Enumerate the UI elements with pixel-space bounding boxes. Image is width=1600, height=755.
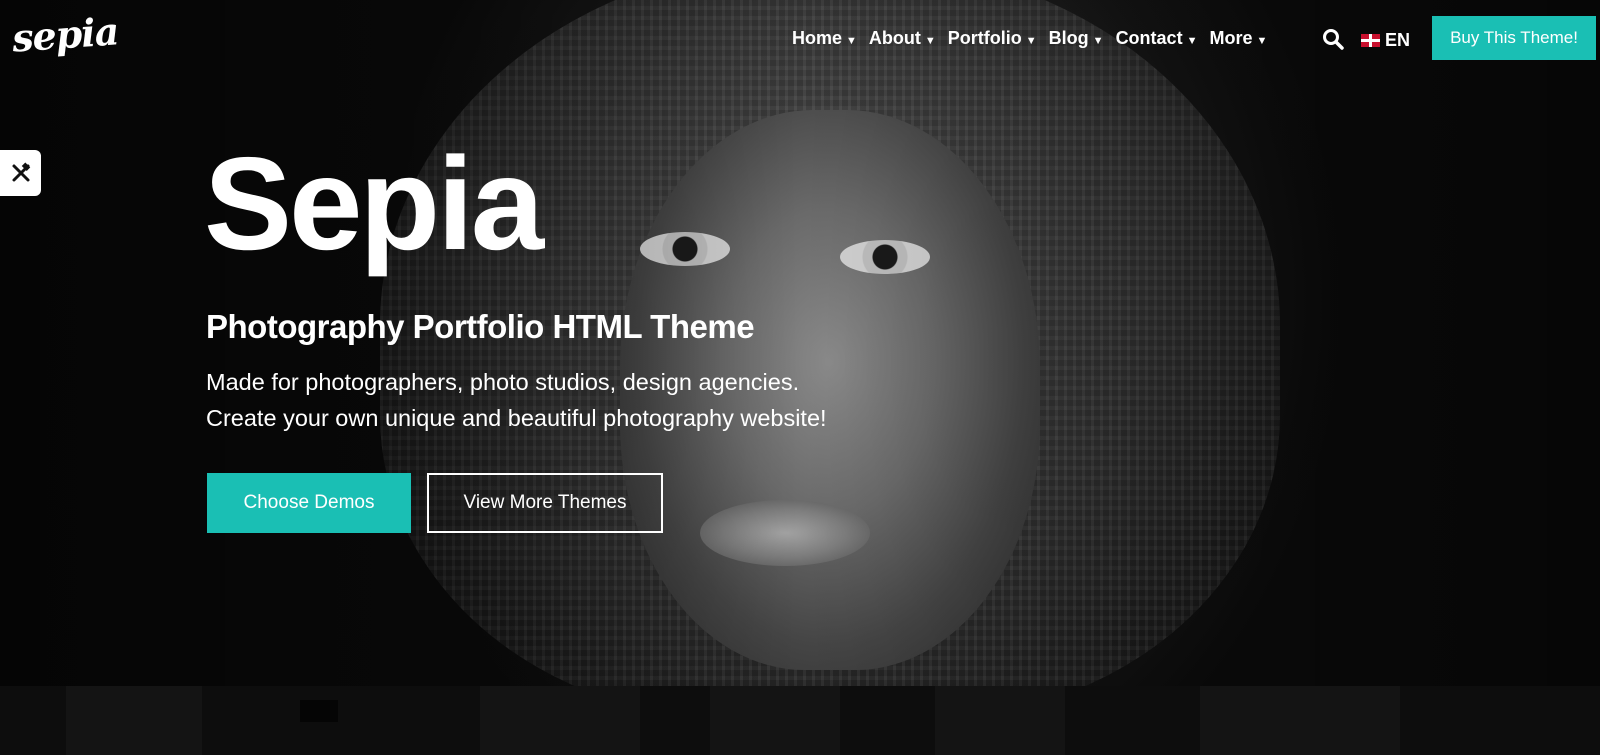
nav-label: More	[1209, 28, 1253, 48]
nav-item-more[interactable]: More ▼	[1209, 28, 1267, 49]
main-nav: Home ▼ About ▼ Portfolio ▼ Blog ▼ Contac…	[792, 28, 1279, 49]
nav-label: Blog	[1048, 28, 1089, 48]
language-label: EN	[1385, 30, 1411, 50]
chevron-down-icon: ▼	[1025, 34, 1037, 47]
buy-theme-button[interactable]: Buy This Theme!	[1432, 16, 1596, 60]
nav-item-blog[interactable]: Blog ▼	[1049, 28, 1104, 49]
hero-description: Made for photographers, photo studios, d…	[206, 364, 827, 436]
hero-description-line: Made for photographers, photo studios, d…	[206, 369, 800, 395]
hero-subtitle: Photography Portfolio HTML Theme	[206, 308, 755, 345]
hero-title: Sepia	[204, 130, 544, 277]
nav-label: Portfolio	[947, 28, 1022, 48]
nav-item-portfolio[interactable]: Portfolio ▼	[948, 28, 1037, 49]
bottom-strip	[0, 686, 1600, 755]
view-more-themes-button[interactable]: View More Themes	[427, 473, 663, 533]
uk-flag-icon	[1361, 34, 1380, 47]
choose-demos-button[interactable]: Choose Demos	[207, 473, 411, 533]
chevron-down-icon: ▼	[846, 34, 857, 47]
hero-description-line: Create your own unique and beautiful pho…	[206, 405, 827, 431]
chevron-down-icon: ▼	[1092, 34, 1104, 47]
site-logo[interactable]: sepia	[11, 8, 120, 60]
nav-label: Home	[792, 28, 843, 48]
chevron-down-icon: ▼	[924, 34, 936, 47]
chevron-down-icon: ▼	[1256, 34, 1268, 47]
tools-icon[interactable]	[0, 150, 41, 196]
nav-label: Contact	[1115, 28, 1183, 48]
search-icon[interactable]	[1322, 28, 1344, 50]
nav-label: About	[868, 28, 921, 48]
language-switcher[interactable]: EN	[1361, 30, 1410, 51]
nav-item-about[interactable]: About ▼	[869, 28, 936, 49]
chevron-down-icon: ▼	[1186, 34, 1198, 47]
nav-item-contact[interactable]: Contact ▼	[1116, 28, 1198, 49]
nav-item-home[interactable]: Home ▼	[792, 28, 857, 49]
